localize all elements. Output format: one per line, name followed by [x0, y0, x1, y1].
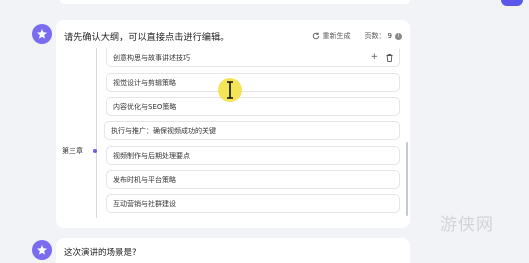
outline-item-text[interactable]: 互动营销与社群建设: [113, 199, 176, 209]
chapter-item-2[interactable]: 发布时机与平台策略: [106, 170, 400, 189]
outline-item-3[interactable]: 内容优化与SEO策略: [106, 97, 400, 116]
chapter-label: 第三章: [62, 147, 83, 155]
outline-item-2[interactable]: 视觉设计与剪辑策略: [106, 73, 400, 92]
regenerate-button[interactable]: 重新生成: [312, 31, 351, 41]
assistant-avatar: [32, 240, 52, 260]
next-message-text: 这次演讲的场景是?: [64, 248, 137, 258]
info-icon[interactable]: i: [395, 32, 402, 40]
plus-icon[interactable]: +: [370, 53, 378, 62]
outline-item-text[interactable]: 内容优化与SEO策略: [113, 102, 176, 112]
watermark: 游侠网: [440, 215, 494, 235]
star-bot-icon: [37, 29, 47, 39]
outline-header: 请先确认大纲，可以直接点击进行编辑。 重新生成 页数： 9 i: [64, 29, 402, 43]
outline-card: 请先确认大纲，可以直接点击进行编辑。 重新生成 页数： 9 i 创意构思与故事讲…: [56, 20, 410, 228]
outline-item-text[interactable]: 发布时机与平台策略: [113, 175, 176, 185]
chapter-item-1[interactable]: 视频制作与后期处理要点: [106, 146, 400, 165]
text-cursor-icon: [227, 81, 233, 99]
next-message-card: 这次演讲的场景是?: [56, 238, 410, 263]
assistant-avatar: [32, 24, 52, 44]
chapter-dot: [93, 149, 97, 153]
refresh-icon: [312, 32, 319, 40]
outline-item-text[interactable]: 视觉设计与剪辑策略: [113, 78, 176, 88]
star-bot-icon: [37, 245, 47, 255]
page-count[interactable]: 页数： 9 i: [365, 31, 402, 41]
chapter-title-row[interactable]: 执行与推广：确保视频成功的关键: [104, 121, 400, 140]
outline-item-text[interactable]: 视频制作与后期处理要点: [113, 151, 190, 161]
outline-tree-line: [96, 48, 97, 218]
chapter-item-3[interactable]: 互动营销与社群建设: [106, 194, 400, 213]
outline-instruction: 请先确认大纲，可以直接点击进行编辑。: [64, 32, 230, 43]
outline-item-1[interactable]: 创意构思与故事讲述技巧 +: [106, 48, 400, 67]
regenerate-label: 重新生成: [322, 32, 351, 40]
trash-icon[interactable]: [386, 53, 393, 62]
top-right-button[interactable]: [501, 0, 523, 6]
outline-scrollbar[interactable]: [406, 142, 408, 216]
outline-item-text[interactable]: 创意构思与故事讲述技巧: [113, 53, 190, 63]
chapter-title[interactable]: 执行与推广：确保视频成功的关键: [111, 126, 216, 136]
page-count-label: 页数：: [364, 32, 386, 40]
page-count-value: 9: [387, 32, 392, 40]
previous-card-edge: [60, 0, 410, 4]
row-actions: +: [370, 53, 393, 62]
